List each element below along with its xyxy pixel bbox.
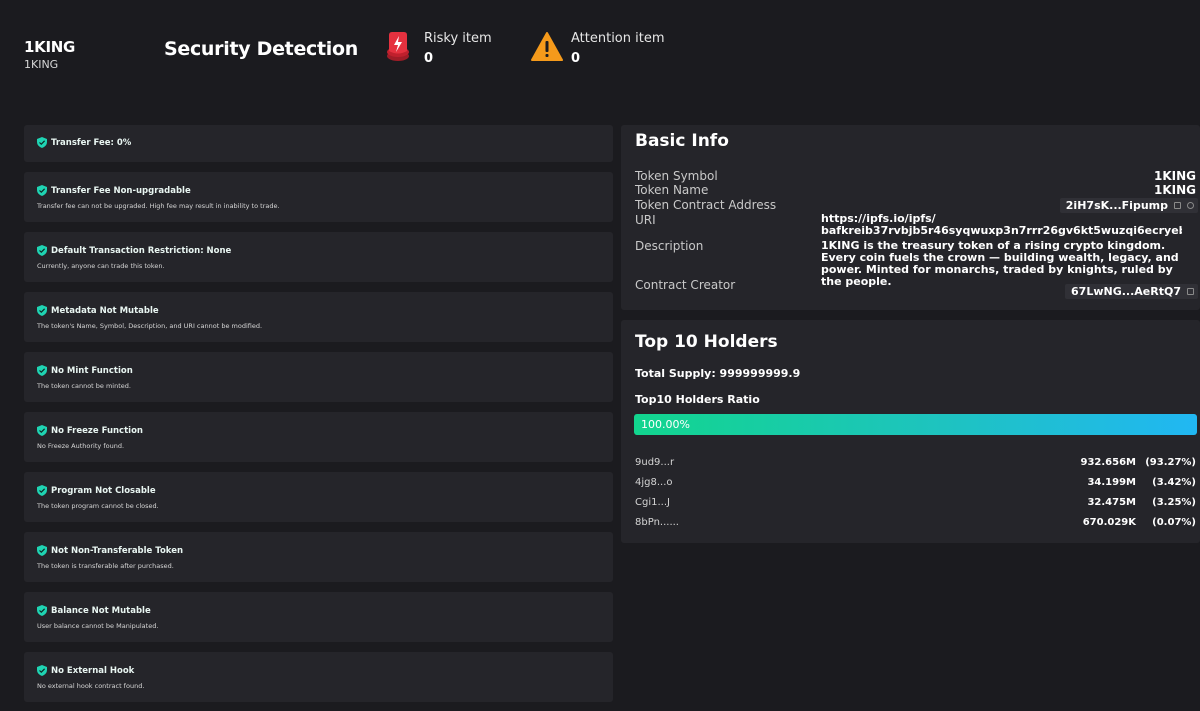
attention-count: 0 (571, 51, 581, 66)
explorer-icon[interactable] (1187, 202, 1194, 209)
check-title: Balance Not Mutable (51, 605, 151, 616)
basic-info-panel: Basic Info Token Symbol 1KING Token Name… (621, 125, 1200, 310)
holder-percent: (3.42%) (1152, 477, 1196, 488)
check-title: No Mint Function (51, 365, 133, 376)
uri-label: URI (635, 213, 656, 227)
check-item: No External Hook No external hook contra… (24, 652, 613, 702)
creator-address: 67LwNG...AeRtQ7 (1071, 285, 1181, 298)
holder-address[interactable]: 9ud9...r (635, 457, 674, 468)
check-title: Program Not Closable (51, 485, 156, 496)
holder-percent: (0.07%) (1152, 517, 1196, 528)
check-description: No external hook contract found. (37, 682, 145, 690)
ratio-label: Top10 Holders Ratio (635, 393, 760, 406)
shield-check-icon (37, 137, 47, 148)
page-title: Security Detection (164, 38, 358, 60)
risky-stat: Risky item 0 (384, 30, 492, 68)
security-checks-list: Transfer Fee: 0% Transfer Fee Non-upgrad… (24, 125, 613, 711)
holder-amount: 34.199M (1087, 477, 1136, 488)
check-title: Transfer Fee Non-upgradable (51, 185, 191, 196)
top-holders-panel: Top 10 Holders Total Supply: 999999999.9… (621, 320, 1200, 543)
check-item: No Freeze Function No Freeze Authority f… (24, 412, 613, 462)
holder-percent: (93.27%) (1145, 457, 1196, 468)
check-description: The token is transferable after purchase… (37, 562, 174, 570)
creator-address-pill[interactable]: 67LwNG...AeRtQ7 (1065, 284, 1198, 299)
symbol-value: 1KING (1153, 169, 1196, 183)
check-description: User balance cannot be Manipulated. (37, 622, 159, 630)
copy-icon[interactable] (1174, 202, 1181, 209)
holder-row: 4jg8...o 34.199M (3.42%) (635, 477, 1196, 491)
token-name: 1KING (24, 38, 76, 56)
lightning-icon (387, 32, 409, 61)
shield-check-icon (37, 485, 47, 496)
check-item: Transfer Fee Non-upgradable Transfer fee… (24, 172, 613, 222)
contract-address-pill[interactable]: 2iH7sK...Fipump (1059, 198, 1198, 213)
holders-ratio-bar: 100.00% (634, 414, 1197, 435)
shield-check-icon (37, 665, 47, 676)
check-item: Balance Not Mutable User balance cannot … (24, 592, 613, 642)
creator-label: Contract Creator (635, 278, 736, 292)
shield-check-icon (37, 185, 47, 196)
check-item: No Mint Function The token cannot be min… (24, 352, 613, 402)
header: 1KING 1KING Security Detection Risky ite… (0, 0, 1200, 116)
holder-row: 9ud9...r 932.656M (93.27%) (635, 457, 1196, 471)
token-symbol: 1KING (24, 58, 59, 71)
check-description: The token program cannot be closed. (37, 502, 159, 510)
check-description: The token's Name, Symbol, Description, a… (37, 322, 263, 330)
check-item: Metadata Not Mutable The token's Name, S… (24, 292, 613, 342)
total-supply: Total Supply: 999999999.9 (635, 367, 801, 380)
basic-info-title: Basic Info (635, 131, 729, 151)
holder-percent: (3.25%) (1152, 497, 1196, 508)
holder-amount: 670.029K (1082, 517, 1136, 528)
check-description: No Freeze Authority found. (37, 442, 125, 450)
shield-check-icon (37, 545, 47, 556)
check-title: No Freeze Function (51, 425, 143, 436)
holders-ratio-fill (634, 414, 1197, 435)
check-description: Currently, anyone can trade this token. (37, 262, 165, 270)
copy-icon[interactable] (1187, 288, 1194, 295)
risky-count: 0 (424, 51, 434, 66)
name-value: 1KING (1153, 183, 1196, 197)
check-title: Default Transaction Restriction: None (51, 245, 232, 256)
check-title: Transfer Fee: 0% (51, 137, 132, 148)
risky-label: Risky item (424, 31, 492, 46)
check-title: No External Hook (51, 665, 135, 676)
holder-address[interactable]: Cgi1...J (635, 497, 670, 508)
check-title: Metadata Not Mutable (51, 305, 159, 316)
holders-title: Top 10 Holders (635, 332, 778, 352)
shield-check-icon (37, 365, 47, 376)
ratio-percent: 100.00% (641, 418, 690, 431)
description-label: Description (635, 239, 704, 253)
uri-link[interactable]: https://ipfs.io/ipfs/ bafkreib37rvbjb5r4… (821, 213, 1182, 237)
check-title: Not Non-Transferable Token (51, 545, 184, 556)
check-description: The token cannot be minted. (37, 382, 131, 390)
holder-address[interactable]: 8bPn...... (635, 517, 679, 528)
holder-amount: 932.656M (1080, 457, 1137, 468)
check-item: Transfer Fee: 0% (24, 125, 613, 162)
uri-line: bafkreib37rvbjb5r46syqwuxp3n7rrr26gv6kt5… (821, 224, 1182, 237)
holder-row: 8bPn...... 670.029K (0.07%) (635, 517, 1196, 531)
symbol-label: Token Symbol (635, 169, 718, 183)
shield-check-icon (37, 425, 47, 436)
holder-amount: 32.475M (1087, 497, 1136, 508)
contract-label: Token Contract Address (635, 198, 777, 212)
attention-stat: Attention item 0 (531, 30, 665, 68)
shield-check-icon (37, 245, 47, 256)
check-item: Default Transaction Restriction: None Cu… (24, 232, 613, 282)
holder-row: Cgi1...J 32.475M (3.25%) (635, 497, 1196, 511)
shield-check-icon (37, 605, 47, 616)
name-label: Token Name (635, 183, 709, 197)
check-description: Transfer fee can not be upgraded. High f… (37, 202, 280, 210)
contract-address: 2iH7sK...Fipump (1065, 199, 1168, 212)
check-item: Program Not Closable The token program c… (24, 472, 613, 522)
check-item: Not Non-Transferable Token The token is … (24, 532, 613, 582)
token-identity: 1KING 1KING (24, 38, 75, 71)
holder-address[interactable]: 4jg8...o (635, 477, 673, 488)
description-value: 1KING is the treasury token of a rising … (821, 239, 1179, 288)
attention-label: Attention item (571, 31, 665, 46)
shield-check-icon (37, 305, 47, 316)
warning-triangle-icon (531, 32, 563, 61)
